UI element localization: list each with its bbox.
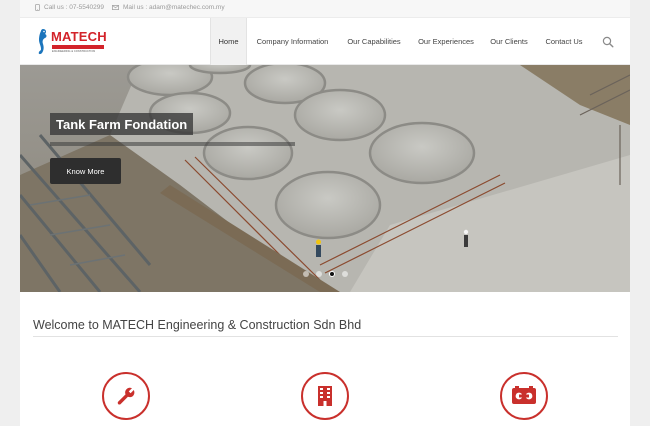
slider-dot-4[interactable] xyxy=(342,271,348,277)
slide-caption-underline xyxy=(50,142,295,146)
site-header: MATECH ENGINEERING & CONSTRUCTION Home C… xyxy=(20,18,630,65)
logo-subtext: ENGINEERING & CONSTRUCTION xyxy=(52,50,96,53)
slide-caption: Tank Farm Fondation xyxy=(50,113,194,135)
logo-underline xyxy=(52,45,104,49)
slider-dot-1[interactable] xyxy=(303,271,309,277)
seahorse-logo-icon xyxy=(38,29,47,55)
feature-building[interactable] xyxy=(301,372,349,420)
phone-icon xyxy=(35,4,40,11)
slider-dot-2[interactable] xyxy=(316,271,322,277)
wrench-icon xyxy=(117,387,135,405)
nav-our-capabilities[interactable]: Our Capabilities xyxy=(342,18,406,65)
phone-contact: Call us : 07-5540299 xyxy=(35,4,104,11)
site-logo[interactable]: MATECH ENGINEERING & CONSTRUCTION xyxy=(35,27,107,57)
nav-contact-us[interactable]: Contact Us xyxy=(540,18,588,65)
feature-wrench[interactable] xyxy=(102,372,150,420)
welcome-heading: Welcome to MATECH Engineering & Construc… xyxy=(33,318,362,332)
slider-dot-3[interactable] xyxy=(329,271,335,277)
slider-pagination xyxy=(303,271,348,277)
mail-contact[interactable]: Mail us : adam@matechec.com.my xyxy=(112,4,225,11)
welcome-divider xyxy=(33,336,618,337)
page-container: Call us : 07-5540299 Mail us : adam@mate… xyxy=(20,0,630,426)
nav-our-clients[interactable]: Our Clients xyxy=(486,18,532,65)
envelope-icon xyxy=(112,5,119,10)
hero-slider[interactable]: Tank Farm Fondation Know More xyxy=(20,65,630,292)
nav-company-information[interactable]: Company Information xyxy=(250,18,335,65)
feature-tape[interactable] xyxy=(500,372,548,420)
tape-icon xyxy=(512,386,536,404)
building-icon xyxy=(318,386,332,406)
nav-our-experiences[interactable]: Our Experiences xyxy=(412,18,480,65)
search-icon[interactable] xyxy=(602,36,614,48)
know-more-button[interactable]: Know More xyxy=(50,158,121,184)
slide-caption-text: Tank Farm Fondation xyxy=(56,116,188,132)
nav-home[interactable]: Home xyxy=(210,18,247,65)
logo-text: MATECH xyxy=(51,29,107,44)
contact-bar: Call us : 07-5540299 Mail us : adam@mate… xyxy=(20,0,630,18)
phone-text: Call us : 07-5540299 xyxy=(44,4,104,11)
mail-text[interactable]: Mail us : adam@matechec.com.my xyxy=(123,4,225,11)
